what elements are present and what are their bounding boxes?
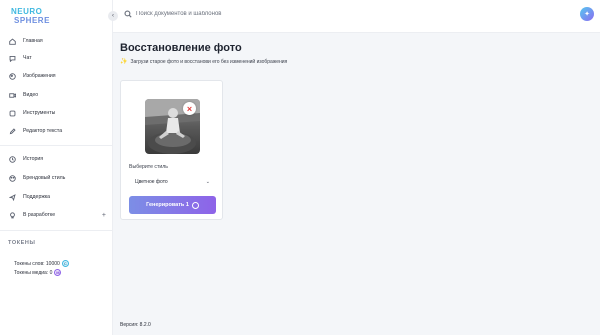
- logo-line2: SPHERE: [14, 16, 50, 25]
- sidebar-item-label: Редактор текста: [23, 128, 63, 134]
- sidebar-item-label: Поддержка: [23, 194, 51, 200]
- logo-line1: NEURO: [11, 7, 43, 16]
- search-input[interactable]: [136, 11, 336, 17]
- remove-photo-button[interactable]: ×: [183, 102, 196, 115]
- token-icon: [191, 201, 199, 209]
- search-bar: [124, 10, 336, 18]
- page-title: Восстановление фото: [120, 42, 242, 54]
- bulb-icon: [8, 211, 16, 219]
- chevron-down-icon: ⌄: [205, 179, 210, 185]
- sidebar-item-text-editor[interactable]: Редактор текста: [8, 125, 106, 137]
- tools-icon: [8, 109, 16, 117]
- support-icon: [8, 193, 16, 201]
- tokens-title: ТОКЕНЫ: [8, 240, 36, 246]
- sidebar-item-support[interactable]: Поддержка: [8, 191, 106, 203]
- user-avatar[interactable]: ✦: [580, 7, 594, 21]
- generate-button[interactable]: Генерировать 1: [129, 196, 216, 214]
- sidebar-item-label: История: [23, 156, 44, 162]
- style-label: Выберите стиль: [129, 164, 169, 170]
- search-icon: [124, 10, 132, 18]
- style-select-value: Цветное фото: [135, 179, 168, 185]
- sidebar-item-brand-style[interactable]: Брендовый стиль: [8, 172, 106, 184]
- style-select[interactable]: Цветное фото ⌄: [129, 175, 216, 189]
- sidebar-item-label: Инструменты: [23, 110, 56, 116]
- chevron-left-icon: ‹: [112, 13, 114, 19]
- sidebar: NEURO SPHERE Главная Чат Изображения Вид…: [0, 0, 113, 335]
- video-icon: [8, 91, 16, 99]
- home-icon: [8, 37, 16, 45]
- collapse-sidebar-button[interactable]: ‹: [108, 11, 118, 21]
- sidebar-item-label: Брендовый стиль: [23, 175, 66, 181]
- sidebar-item-label: Главная: [23, 38, 43, 44]
- word-token-icon: C: [61, 260, 69, 267]
- sidebar-item-label: Изображения: [23, 73, 56, 79]
- tokens-media-text: Токены медиа: 0: [14, 269, 53, 276]
- sidebar-item-label: Чат: [23, 55, 32, 61]
- pencil-icon: [8, 127, 16, 135]
- app-version: Версия: 8.2.0: [120, 322, 151, 328]
- sidebar-item-label: Видео: [23, 92, 39, 98]
- page-subtitle: ✨ Загрузи старое фото и восстанови его б…: [120, 58, 288, 66]
- logo[interactable]: NEURO SPHERE: [11, 7, 61, 25]
- generate-button-label: Генерировать 1: [146, 202, 189, 208]
- expand-plus-icon[interactable]: +: [102, 212, 106, 219]
- sidebar-divider: [0, 230, 113, 231]
- palette-icon: [8, 174, 16, 182]
- sidebar-item-images[interactable]: Изображения: [8, 70, 106, 82]
- history-icon: [8, 155, 16, 163]
- page-subtitle-text: Загрузи старое фото и восстанови его без…: [130, 58, 288, 65]
- sidebar-item-in-development[interactable]: В разработке +: [8, 209, 106, 221]
- tokens-media: Токены медиа: 0 M: [14, 269, 62, 276]
- sidebar-item-history[interactable]: История: [8, 153, 106, 165]
- sidebar-item-video[interactable]: Видео: [8, 89, 106, 101]
- sidebar-item-tools[interactable]: Инструменты: [8, 107, 106, 119]
- image-icon: [8, 72, 16, 80]
- sparkle-icon: ✨: [120, 59, 128, 65]
- tokens-words-text: Токены слов: 10000: [14, 260, 60, 267]
- sidebar-divider: [0, 145, 113, 146]
- restore-photo-card: × Выберите стиль Цветное фото ⌄ Генериро…: [120, 80, 223, 220]
- sparkle-icon: ✦: [584, 11, 590, 18]
- sidebar-item-label: В разработке: [23, 212, 56, 218]
- close-icon: ×: [186, 103, 193, 114]
- sidebar-item-chat[interactable]: Чат: [8, 52, 106, 64]
- sidebar-item-home[interactable]: Главная: [8, 35, 106, 47]
- chat-icon: [8, 54, 16, 62]
- tokens-words: Токены слов: 10000 C: [14, 260, 69, 267]
- media-token-icon: M: [54, 269, 62, 276]
